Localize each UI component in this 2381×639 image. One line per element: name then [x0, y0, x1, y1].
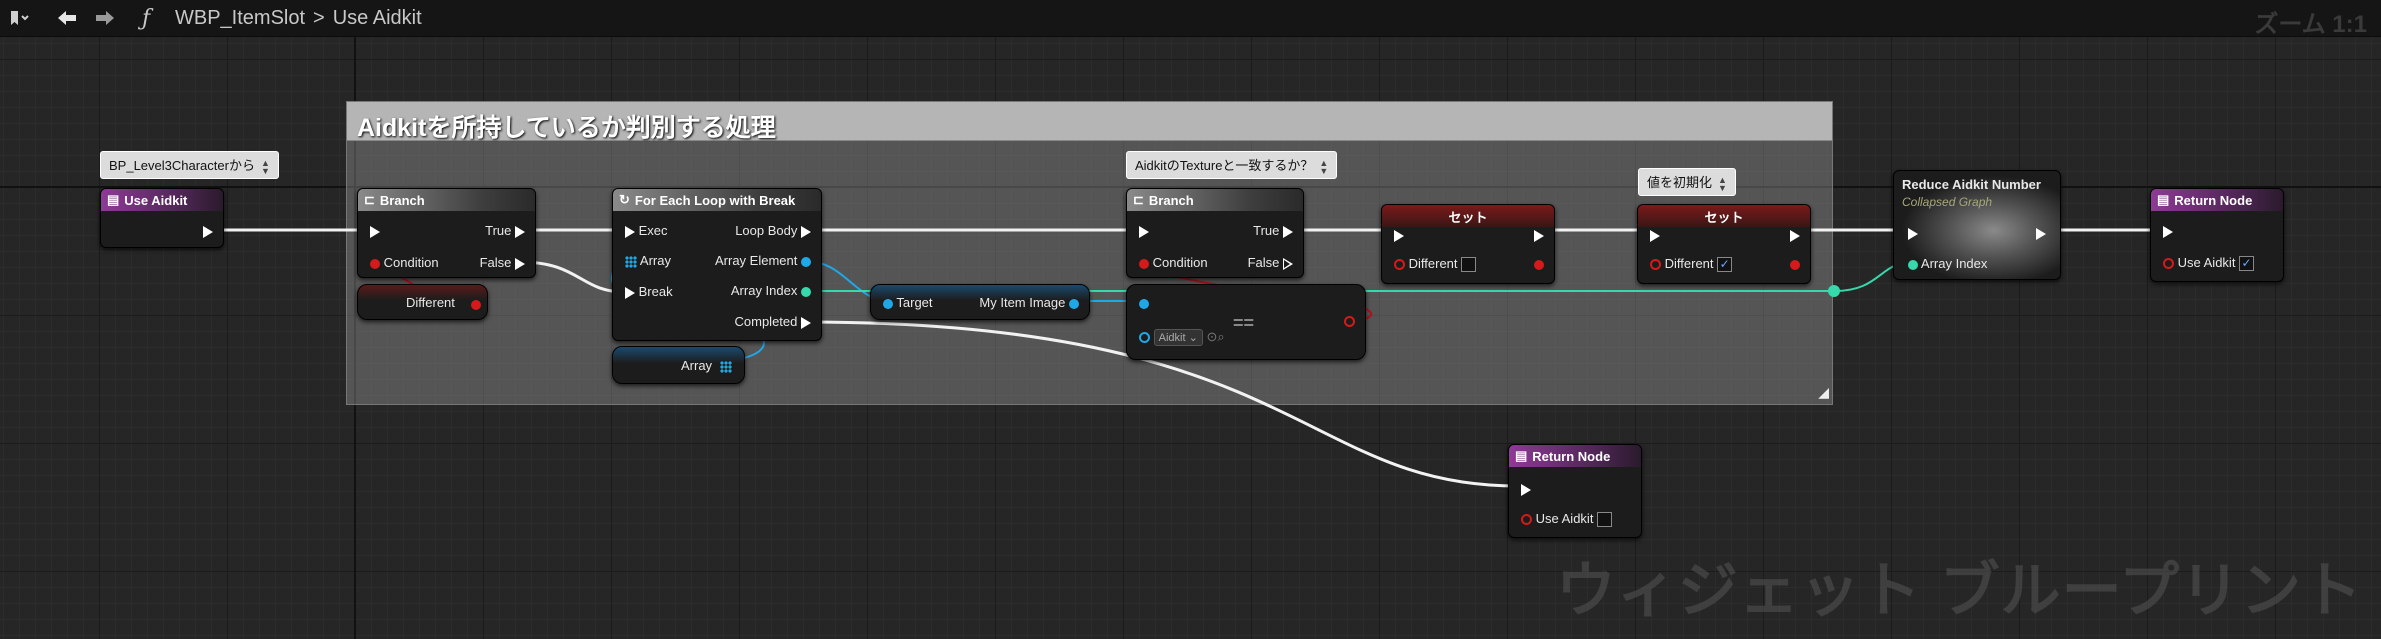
node-title: Branch [1148, 192, 1194, 208]
equal-input-b-pin[interactable]: Aidkit ⌄ ⊙⌕ [1139, 329, 1225, 346]
return-node-2[interactable]: ▤ Return Node Use Aidkit [1508, 444, 1642, 538]
node-title: Reduce Aidkit Number [1902, 177, 2041, 192]
asset-select[interactable]: Aidkit ⌄ [1153, 329, 1203, 346]
my-item-image-pin[interactable]: My Item Image [979, 295, 1079, 310]
true-pin[interactable]: True [1253, 223, 1293, 238]
zoom-level: ズーム 1:1 [2254, 11, 2367, 38]
equal-symbol: == [1233, 313, 1255, 333]
function-return-icon: ▤ [2157, 192, 2170, 207]
use-aidkit-checkbox[interactable]: ✓ [2239, 256, 2255, 272]
node-title: Branch [379, 192, 425, 208]
bubble-pin-icon[interactable]: ▲ ▼ [1718, 175, 1727, 192]
node-title: Use Aidkit [124, 192, 188, 208]
different-input-pin[interactable]: Different [1394, 256, 1477, 273]
condition-pin[interactable]: Condition [370, 255, 439, 270]
array-grid-icon [720, 360, 732, 373]
graph-toolbar: ƒ WBP_ItemSlot > Use Aidkit ズーム 1:1 [0, 0, 2381, 38]
entry-node-use-aidkit[interactable]: ▤ Use Aidkit [100, 188, 224, 248]
breadcrumb-current: Use Aidkit [332, 6, 422, 29]
true-pin[interactable]: True [485, 223, 525, 238]
use-aidkit-pin[interactable]: Use Aidkit [1521, 511, 1613, 528]
completed-pin[interactable]: Completed [735, 314, 811, 329]
array-getter-node[interactable]: Array [612, 346, 745, 384]
exec-in-pin[interactable] [1394, 227, 1404, 242]
equal-object-node[interactable]: Aidkit ⌄ ⊙⌕ == [1126, 284, 1366, 360]
different-checkbox[interactable]: ✓ [1717, 257, 1733, 273]
exec-in-pin[interactable] [370, 223, 380, 238]
array-in-pin[interactable]: Array [625, 253, 671, 268]
node-title: Return Node [1532, 448, 1611, 464]
for-each-loop-with-break-node[interactable]: ↻ For Each Loop with Break Exec Array Bre… [612, 188, 822, 341]
set-different-node-1[interactable]: セット Different [1381, 204, 1555, 284]
entry-comment-text: BP_Level3Characterから [109, 158, 255, 173]
break-pin[interactable]: Break [625, 284, 673, 299]
branch-node-1[interactable]: ⊏ Branch Condition True False [357, 188, 536, 278]
branch2-comment-text: AidkitのTextureと一致するか？ [1135, 158, 1314, 173]
equal-output-pin[interactable] [1344, 313, 1355, 328]
exec-out-pin[interactable] [203, 223, 213, 238]
different-getter-node[interactable]: Different [357, 284, 488, 320]
function-entry-icon: ▤ [107, 192, 120, 207]
different-checkbox[interactable] [1461, 257, 1477, 273]
variable-label: Array [681, 358, 713, 373]
exec-in-pin[interactable]: Exec [625, 223, 668, 238]
exec-in-pin[interactable] [1139, 223, 1149, 238]
branch-icon: ⊏ [364, 192, 375, 207]
node-title: セット [1704, 209, 1744, 225]
function-icon: ƒ [142, 5, 151, 31]
use-aidkit-checkbox[interactable] [1597, 512, 1613, 528]
node-title: For Each Loop with Break [634, 192, 796, 208]
false-pin[interactable]: False [480, 255, 525, 270]
exec-in-pin[interactable] [1908, 225, 1918, 240]
different-output-pin[interactable] [1790, 256, 1800, 271]
array-grid-icon [625, 255, 637, 268]
bookmark-icon[interactable] [8, 0, 30, 36]
node-title: Return Node [2174, 192, 2253, 208]
array-index-pin[interactable]: Array Index [731, 283, 811, 298]
function-return-icon: ▤ [1515, 448, 1528, 463]
branch2-comment-bubble[interactable]: AidkitのTextureと一致するか？ ▲ ▼ [1126, 151, 1338, 179]
variable-label: Different [406, 295, 455, 310]
different-output-pin[interactable] [1534, 256, 1544, 271]
different-output-pin[interactable] [471, 296, 481, 311]
browse-icon[interactable]: ⊙⌕ [1206, 329, 1224, 344]
loop-body-pin[interactable]: Loop Body [735, 223, 811, 238]
set-different-node-2[interactable]: セット Different ✓ [1637, 204, 1811, 284]
entry-comment-bubble[interactable]: BP_Level3Characterから ▲ ▼ [100, 151, 279, 179]
different-input-pin[interactable]: Different ✓ [1650, 256, 1733, 273]
exec-out-pin[interactable] [1790, 227, 1800, 242]
exec-in-pin[interactable] [1521, 481, 1531, 496]
equal-input-a-pin[interactable] [1139, 295, 1149, 310]
use-aidkit-pin[interactable]: Use Aidkit ✓ [2163, 255, 2255, 272]
target-pin[interactable]: Target [883, 295, 933, 310]
bubble-pin-icon[interactable]: ▲ ▼ [1319, 158, 1328, 175]
forward-arrow-icon[interactable] [94, 0, 116, 36]
reroute-knot [1828, 285, 1840, 297]
node-title: セット [1448, 209, 1488, 225]
reduce-aidkit-number-node[interactable]: Reduce Aidkit Number Collapsed Graph Arr… [1893, 170, 2061, 280]
exec-in-pin[interactable] [2163, 223, 2173, 238]
branch-icon: ⊏ [1133, 192, 1144, 207]
exec-out-pin[interactable] [1534, 227, 1544, 242]
array-index-input-pin[interactable]: Array Index [1908, 256, 1987, 271]
condition-pin[interactable]: Condition [1139, 255, 1208, 270]
back-arrow-icon[interactable] [56, 0, 78, 36]
branch-node-2[interactable]: ⊏ Branch Condition True False [1126, 188, 1304, 278]
node-subtitle: Collapsed Graph [1902, 195, 1993, 209]
loop-icon: ↻ [619, 192, 630, 207]
exec-out-pin[interactable] [2036, 225, 2046, 240]
widget-blueprint-watermark: ウィジェット ブループリント [1555, 557, 2363, 624]
false-pin[interactable]: False [1248, 255, 1293, 270]
set2-comment-text: 値を初期化 [1647, 175, 1713, 190]
my-item-image-getter-node[interactable]: Target My Item Image [870, 284, 1090, 320]
bubble-pin-icon[interactable]: ▲ ▼ [261, 158, 270, 175]
return-node-1[interactable]: ▤ Return Node Use Aidkit ✓ [2150, 188, 2284, 282]
exec-in-pin[interactable] [1650, 227, 1660, 242]
array-output-pin[interactable] [720, 358, 732, 373]
array-element-pin[interactable]: Array Element [715, 253, 811, 268]
breadcrumb-separator: > [313, 6, 325, 29]
breadcrumb-parent[interactable]: WBP_ItemSlot [175, 7, 305, 30]
set2-comment-bubble[interactable]: 値を初期化 ▲ ▼ [1638, 168, 1736, 196]
